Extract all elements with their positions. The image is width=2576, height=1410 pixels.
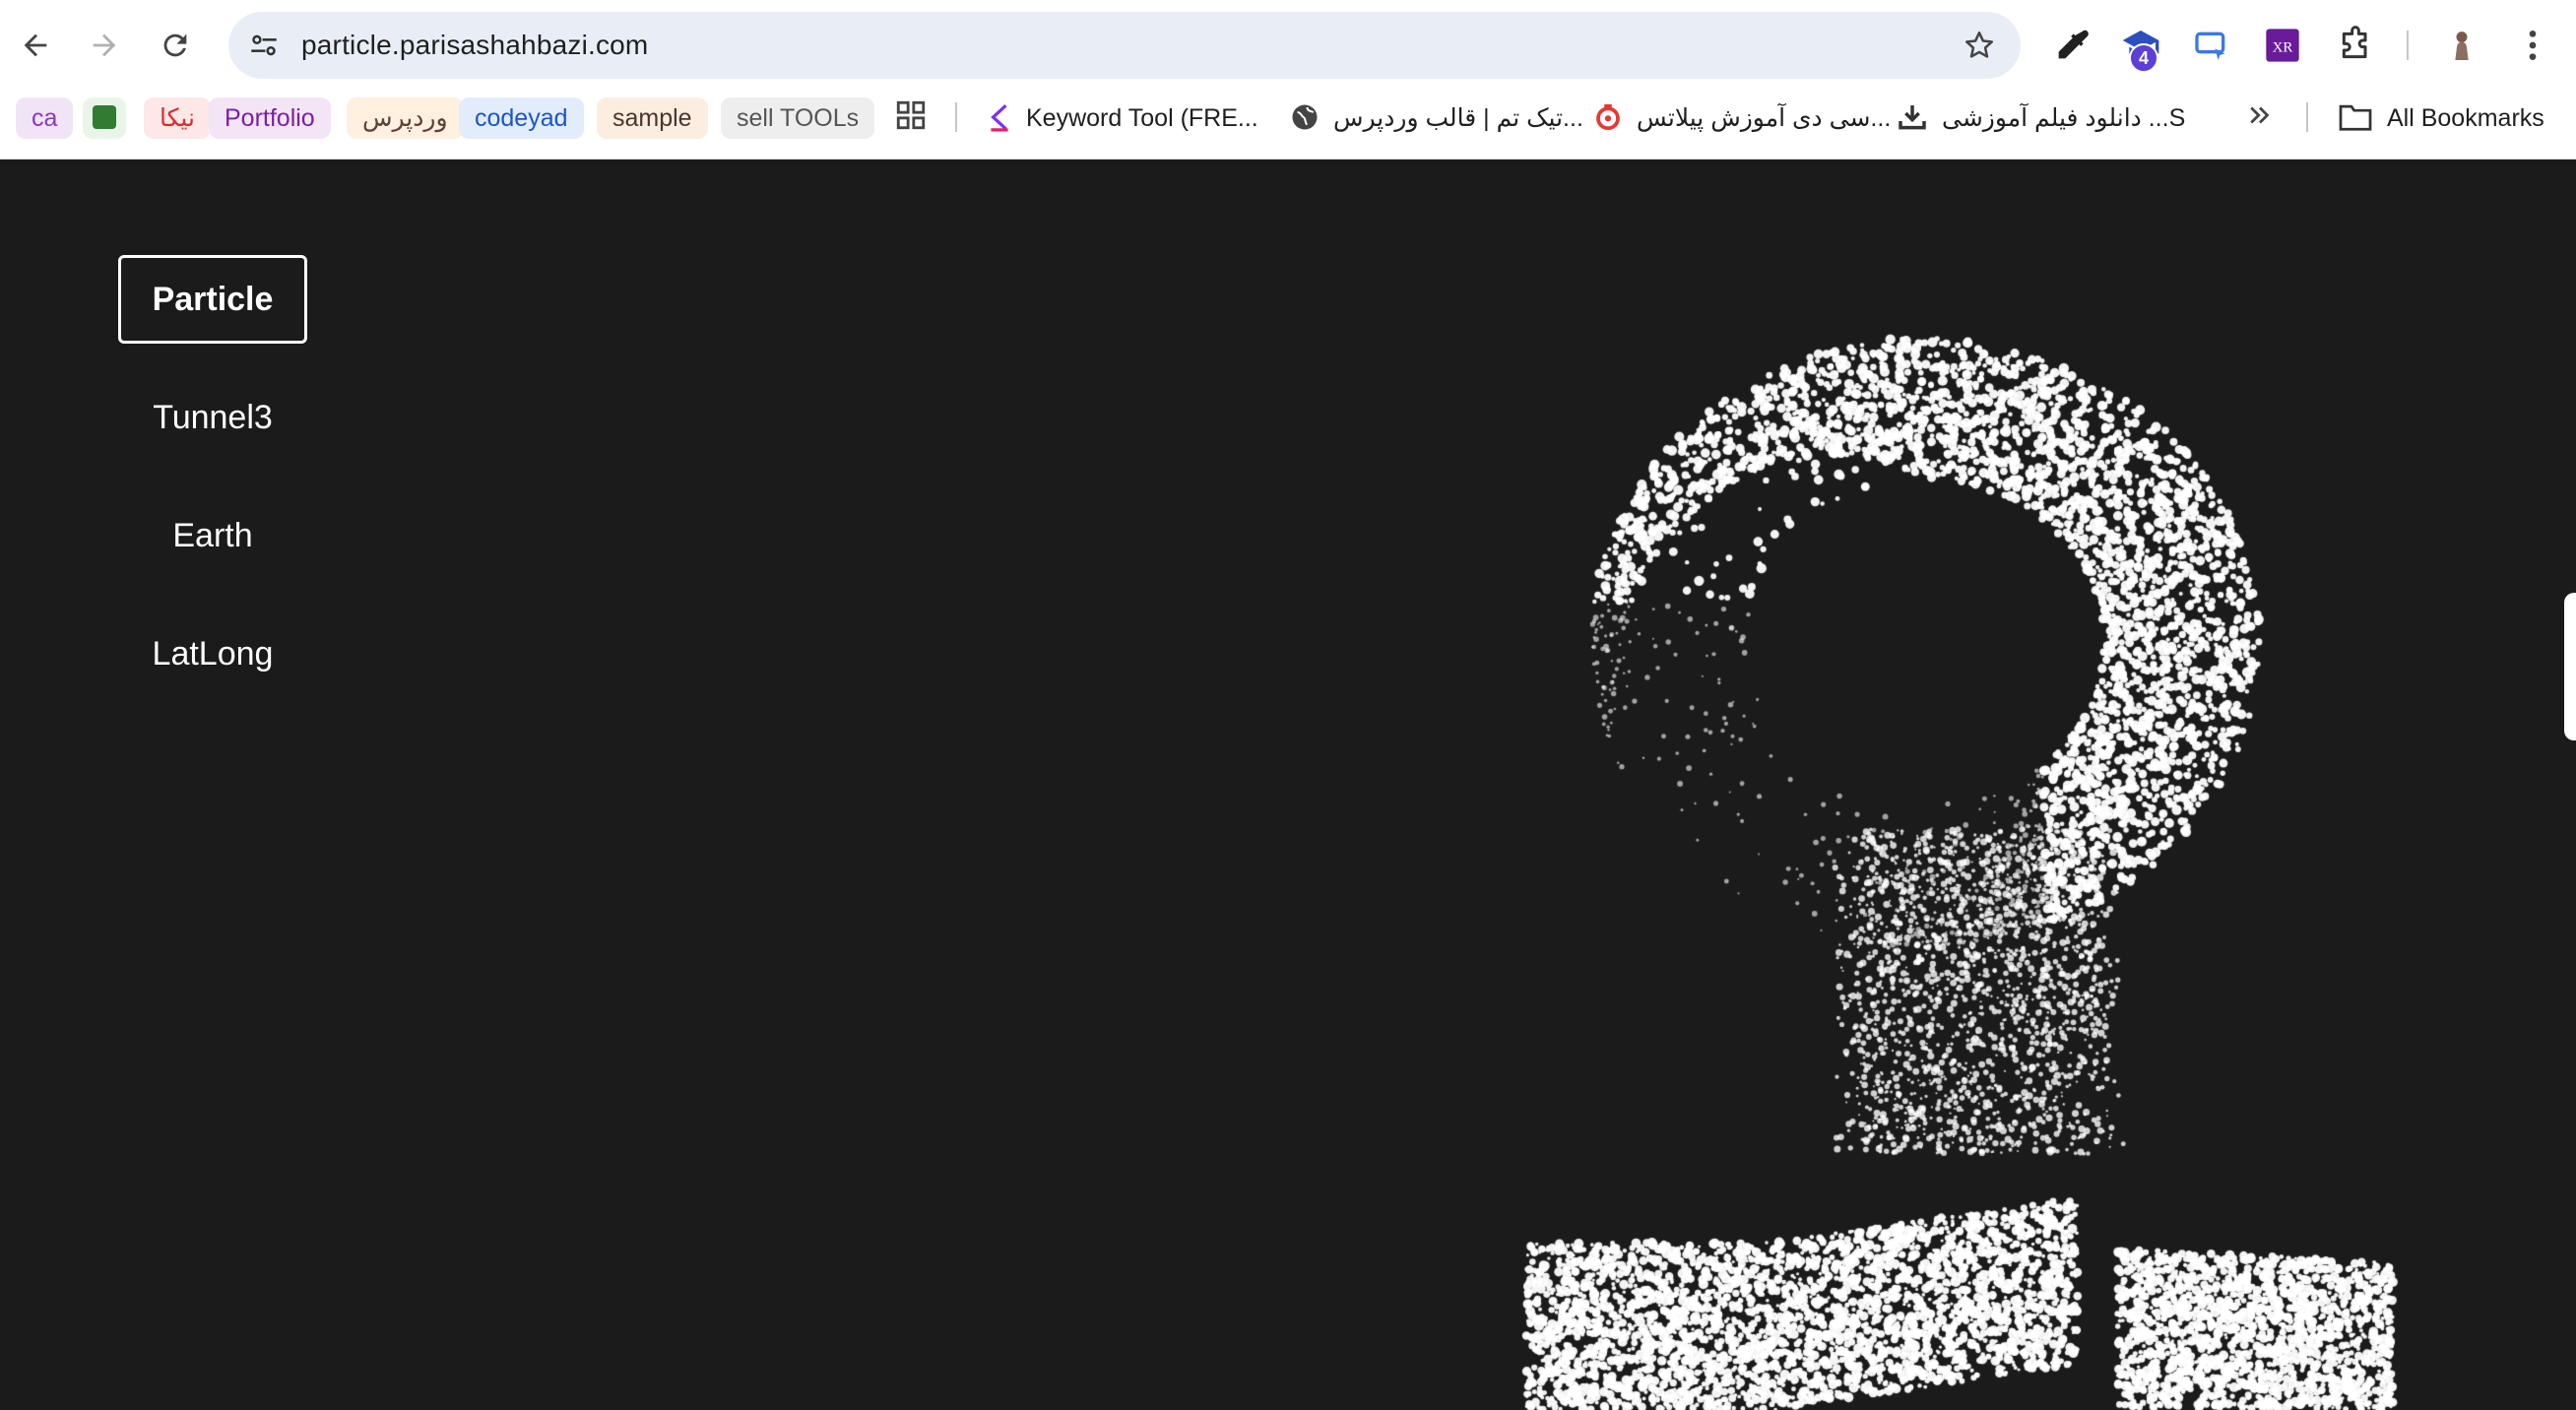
folder-icon xyxy=(2339,105,2372,132)
more-bookmarks-chevron-icon[interactable] xyxy=(2245,98,2275,140)
extensions-puzzle-icon[interactable] xyxy=(2332,22,2379,69)
menu-item-earth[interactable]: Earth xyxy=(118,491,307,580)
bookmarks-divider xyxy=(2306,102,2308,132)
browser-chrome: particle.parisashahbazi.com 4 XR ca نیکا… xyxy=(0,0,2576,160)
bookmark-pilates[interactable]: سی دی آموزش پیلاتس... xyxy=(1593,97,1891,139)
side-drawer-handle[interactable] xyxy=(2564,593,2576,740)
bookmark-label: سی دی آموزش پیلاتس... xyxy=(1637,104,1892,132)
bookmark-portfolio[interactable]: Portfolio xyxy=(209,97,331,139)
menu-item-latlong[interactable]: LatLong xyxy=(118,609,307,698)
bookmark-sell-tools[interactable]: sell TOOLs xyxy=(721,97,875,139)
bookmark-download-film[interactable]: دانلود فیلم آموزشی ...S xyxy=(1897,97,2185,139)
bookmark-label: تیک تم | قالب وردپرس... xyxy=(1333,104,1583,132)
apps-grid-icon[interactable] xyxy=(894,98,928,140)
arrow-right-icon xyxy=(93,33,116,57)
bookmark-green-folder[interactable] xyxy=(83,97,126,139)
cast-icon[interactable] xyxy=(2188,22,2235,69)
globe-icon xyxy=(1292,104,1318,130)
arrow-left-icon xyxy=(24,33,47,57)
keyword-tool-icon xyxy=(991,104,1008,132)
all-bookmarks-button[interactable]: All Bookmarks xyxy=(2338,97,2544,139)
forward-button[interactable] xyxy=(79,20,130,71)
all-bookmarks-label: All Bookmarks xyxy=(2387,104,2544,132)
page-viewport: Particle Tunnel3 Earth LatLong xyxy=(0,160,2576,1410)
menu-kebab-icon[interactable] xyxy=(2509,22,2556,69)
bookmark-label: Keyword Tool (FRE... xyxy=(1026,104,1258,132)
extension-badge: 4 xyxy=(2129,43,2158,73)
address-bar[interactable]: particle.parisashahbazi.com xyxy=(228,12,2021,79)
red-circle-icon xyxy=(1596,104,1620,131)
bookmark-sample[interactable]: sample xyxy=(597,97,708,139)
toolbar-divider xyxy=(2407,31,2409,60)
eyedropper-icon[interactable] xyxy=(2048,22,2095,69)
url-text[interactable]: particle.parisashahbazi.com xyxy=(301,12,648,79)
bookmark-codeyad[interactable]: codeyad xyxy=(459,97,584,139)
svg-text:XR: XR xyxy=(2273,40,2293,56)
menu-item-tunnel3[interactable]: Tunnel3 xyxy=(118,373,307,462)
menu-item-particle[interactable]: Particle xyxy=(118,255,307,344)
bookmarks-bar: ca نیکا Portfolio وردپرس codeyad sample … xyxy=(0,95,2576,142)
bookmark-wordpress[interactable]: وردپرس xyxy=(347,97,464,139)
reload-button[interactable] xyxy=(150,20,201,71)
site-info-icon[interactable] xyxy=(242,24,286,67)
back-button[interactable] xyxy=(10,20,61,71)
reload-icon xyxy=(163,33,187,57)
bookmark-star-icon[interactable] xyxy=(1960,26,1999,65)
green-square-icon xyxy=(93,105,116,130)
bookmark-tiktem[interactable]: تیک تم | قالب وردپرس... xyxy=(1290,97,1583,139)
bookmark-nika[interactable]: نیکا xyxy=(144,97,211,139)
bookmark-ca[interactable]: ca xyxy=(16,97,74,139)
bookmarks-divider xyxy=(955,102,957,132)
bookmark-keyword-tool[interactable]: Keyword Tool (FRE... xyxy=(987,97,1258,139)
particle-bust-canvas[interactable] xyxy=(1477,278,2422,1410)
profile-avatar[interactable] xyxy=(2438,22,2485,69)
bookmark-label: دانلود فیلم آموزشی ...S xyxy=(1942,104,2186,132)
xr-extension-icon[interactable]: XR xyxy=(2259,22,2306,69)
download-icon xyxy=(1899,105,1926,130)
